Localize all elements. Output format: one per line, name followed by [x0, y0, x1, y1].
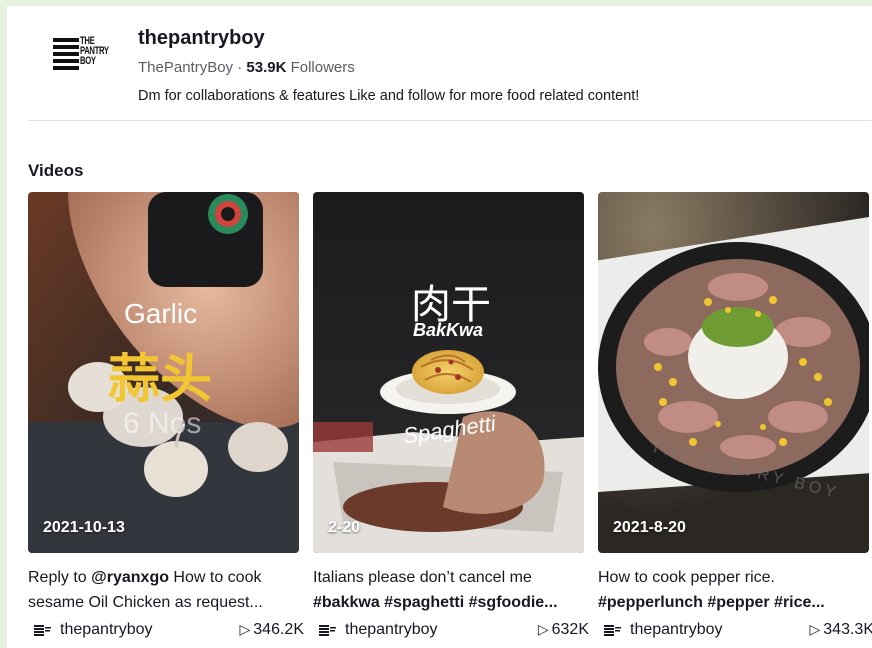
view-count-value: 632K	[551, 621, 589, 638]
video-date: 2-20	[328, 519, 361, 536]
header-divider	[28, 120, 871, 121]
user-logo-icon	[604, 625, 621, 636]
user-logo-icon	[319, 625, 336, 636]
profile-avatar-logo[interactable]: THE PANTRY BOY	[53, 36, 113, 80]
video-date: 2021-10-13	[43, 519, 125, 536]
view-count: ▷ 346.2K	[240, 621, 305, 639]
video-caption[interactable]: Reply to @ryanxgo How to cook sesame Oil…	[28, 565, 299, 615]
profile-username[interactable]: thepantryboy	[138, 27, 265, 50]
caption-line1: How to cook pepper rice.	[598, 569, 775, 586]
video-thumbnail[interactable]: THE PANTRY BOY 2021-8-20	[598, 192, 869, 553]
video-author[interactable]: thepantryboy	[345, 621, 438, 639]
video-author[interactable]: thepantryboy	[630, 621, 723, 639]
display-name: ThePantryBoy	[138, 59, 234, 76]
caption-line2: sesame Oil Chicken as request...	[28, 594, 263, 611]
view-count: ▷ 343.3K	[810, 621, 872, 639]
view-count-value: 343.3K	[823, 621, 872, 638]
video-date: 2021-8-20	[613, 519, 686, 536]
overlay-title: BakKwa	[413, 320, 484, 340]
caption-mention[interactable]: @ryanxgo	[91, 569, 169, 586]
bakkwa-thumbnail-image	[313, 192, 584, 553]
video-thumbnail[interactable]: Garlic 蒜头 6 Nos 2021-10-13	[28, 192, 299, 553]
user-logo-icon	[34, 625, 51, 636]
logo-wordmark: THE PANTRY BOY	[80, 35, 109, 67]
caption-line1-rest: How to cook	[168, 569, 262, 586]
video-card[interactable]: 肉干 BakKwa Spaghetti 2-20 Italians please…	[313, 192, 589, 638]
play-icon: ▷	[239, 621, 251, 637]
play-icon: ▷	[537, 621, 549, 637]
video-thumbnail[interactable]: 肉干 BakKwa Spaghetti 2-20	[313, 192, 584, 553]
video-card[interactable]: Garlic 蒜头 6 Nos 2021-10-13 Reply to @rya…	[28, 192, 304, 638]
followers-label: Followers	[286, 59, 355, 76]
videos-section-title: Videos	[28, 161, 84, 180]
view-count-value: 346.2K	[253, 621, 304, 638]
video-meta: thepantryboy ▷ 343.3K	[598, 620, 872, 644]
subtitle-separator: ·	[233, 59, 247, 76]
play-icon: ▷	[809, 621, 821, 637]
caption-line2: #bakkwa #spaghetti #sgfoodie...	[313, 594, 558, 611]
caption-line2: #pepperlunch #pepper #rice...	[598, 594, 825, 611]
caption-line1: Italians please don’t cancel me	[313, 569, 532, 586]
video-caption[interactable]: How to cook pepper rice. #pepperlunch #p…	[598, 565, 869, 615]
profile-bio: Dm for collaborations & features Like an…	[138, 88, 640, 104]
overlay-chinese: 蒜头	[108, 350, 213, 410]
profile-panel: THE PANTRY BOY thepantryboy ThePantryBoy…	[7, 6, 872, 648]
logo-bars-icon	[53, 38, 79, 73]
video-caption[interactable]: Italians please don’t cancel me #bakkwa …	[313, 565, 584, 615]
video-author[interactable]: thepantryboy	[60, 621, 153, 639]
video-meta: thepantryboy ▷ 346.2K	[28, 620, 304, 644]
view-count: ▷ 632K	[538, 621, 589, 639]
overlay-title: Garlic	[124, 298, 198, 329]
overlay-subtitle: 6 Nos	[123, 407, 202, 440]
caption-prefix: Reply to	[28, 569, 92, 586]
video-meta: thepantryboy ▷ 632K	[313, 620, 589, 644]
profile-subtitle: ThePantryBoy · 53.9K Followers	[138, 59, 355, 76]
followers-count: 53.9K	[246, 59, 287, 76]
video-card[interactable]: THE PANTRY BOY 2021-8-20 How to cook pep…	[598, 192, 872, 638]
